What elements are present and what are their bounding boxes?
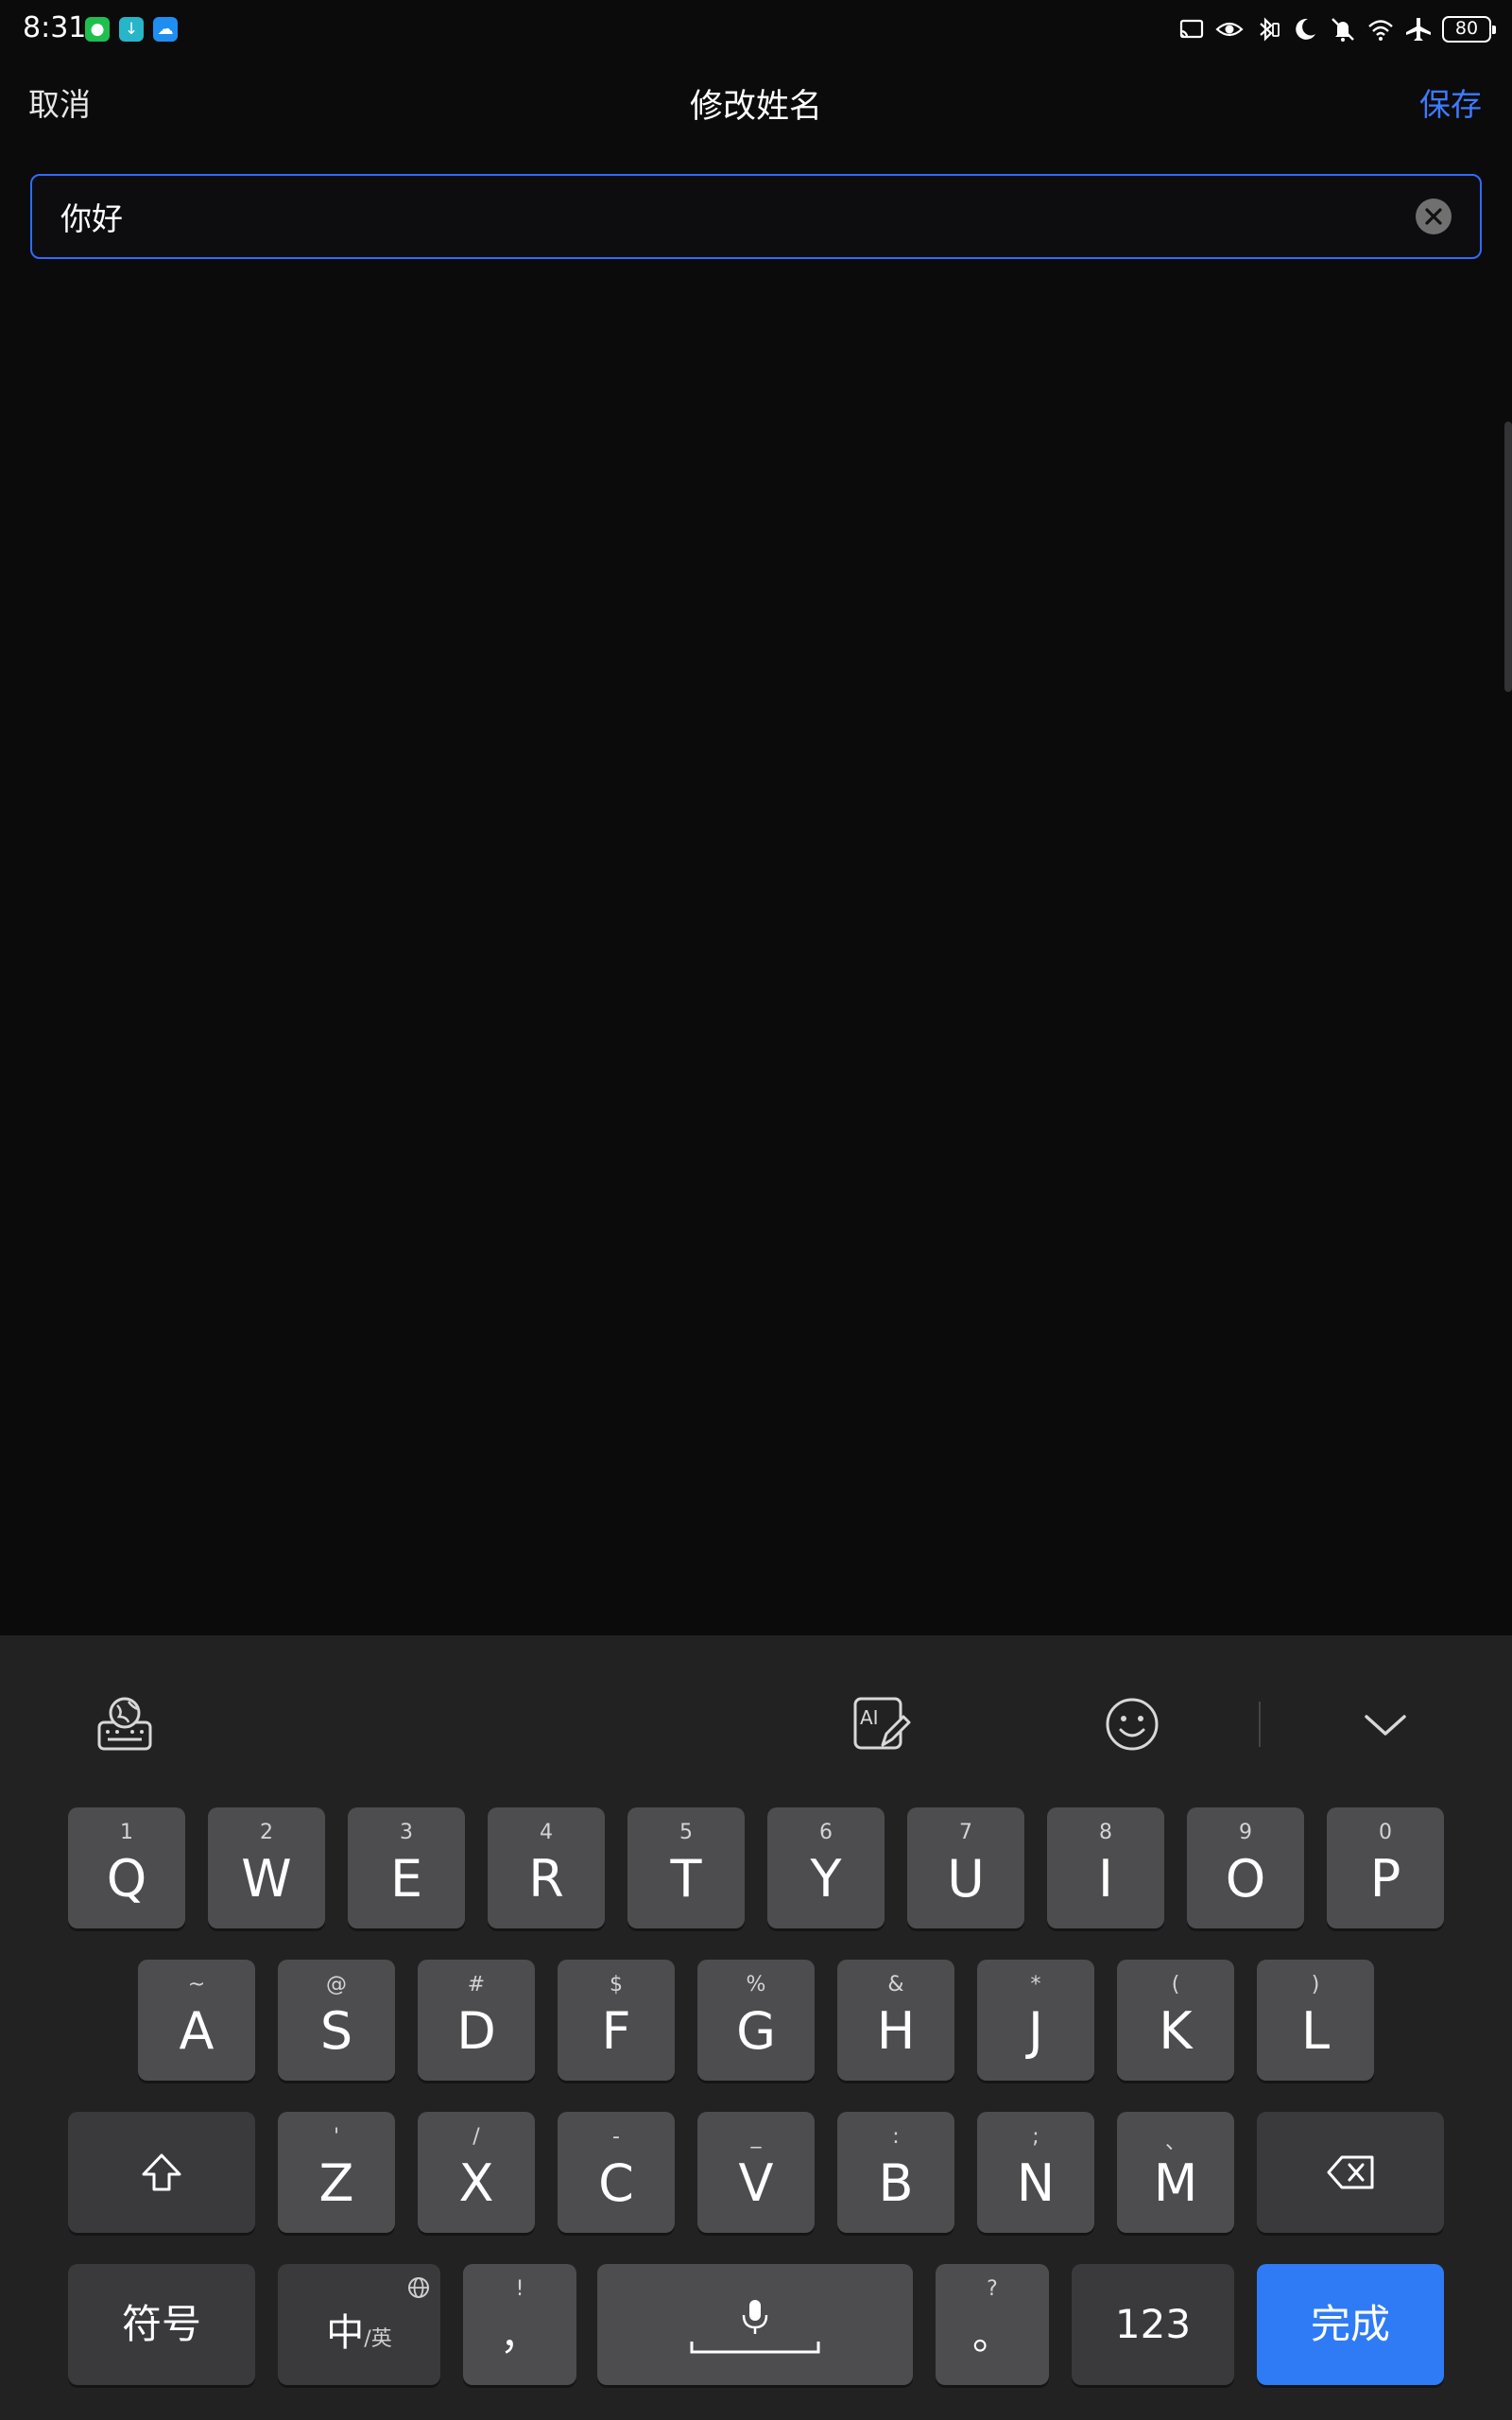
key-u[interactable]: 7U (907, 1807, 1024, 1928)
airplane-icon (1406, 18, 1431, 41)
status-time: 8:31 (23, 11, 87, 44)
key-e[interactable]: 3E (348, 1807, 465, 1928)
ai-write-icon[interactable]: AI (850, 1694, 911, 1754)
cast-icon (1179, 19, 1204, 39)
scroll-indicator[interactable] (1504, 422, 1512, 692)
key-f[interactable]: $ F (558, 1960, 675, 2081)
emoji-icon[interactable] (1102, 1694, 1162, 1754)
name-input[interactable] (60, 176, 1383, 257)
key-h[interactable]: & H (837, 1960, 954, 2081)
shift-key[interactable] (68, 2112, 255, 2233)
key-c[interactable]: -C (558, 2112, 675, 2233)
header: 取消 修改姓名 保存 (0, 60, 1512, 146)
globe-icon (408, 2277, 429, 2298)
battery-indicator: 80 (1442, 16, 1496, 43)
key-s[interactable]: @ S (278, 1960, 395, 2081)
comma-key[interactable]: ! ， (463, 2264, 576, 2385)
key-k[interactable]: (K (1117, 1960, 1234, 2081)
key-d[interactable]: # D (418, 1960, 535, 2081)
microphone-icon (742, 2300, 768, 2334)
mute-icon (1332, 18, 1354, 42)
close-icon (1425, 208, 1442, 225)
wechat-icon: ● (85, 17, 110, 42)
space-bar-icon (690, 2342, 820, 2354)
key-r[interactable]: 4R (488, 1807, 605, 1928)
moon-icon (1296, 18, 1315, 40)
language-label: 中/英 (326, 2311, 392, 2355)
numbers-key[interactable]: 123 (1072, 2264, 1234, 2385)
key-y[interactable]: 6Y (767, 1807, 885, 1928)
key-q[interactable]: 1Q (68, 1807, 185, 1928)
status-bar: 8:31 ● ↓ ☁ 80 (0, 0, 1512, 60)
key-g[interactable]: % G (697, 1960, 815, 2081)
symbols-key[interactable]: 符号 (68, 2264, 255, 2385)
shift-icon (142, 2153, 181, 2191)
cloud-icon: ☁ (153, 17, 178, 42)
period-key[interactable]: ? 。 (936, 2264, 1049, 2385)
keyboard: AI 1Q 2W 3E 4R 5T 6Y 7U 8I 9O 0P ~ A @ S #… (0, 1635, 1512, 2420)
key-m[interactable]: 、 M (1117, 2112, 1234, 2233)
wifi-icon (1368, 20, 1393, 41)
backspace-icon (1327, 2155, 1374, 2189)
keyboard-toolbar: AI (0, 1635, 1512, 1806)
key-i[interactable]: 8I (1047, 1807, 1164, 1928)
key-v[interactable]: _ V (697, 2112, 815, 2233)
backspace-key[interactable] (1257, 2112, 1444, 2233)
language-switch-key[interactable]: 中/英 (278, 2264, 440, 2385)
space-key[interactable] (597, 2264, 913, 2385)
svg-text:AI: AI (860, 1706, 879, 1729)
done-key[interactable]: 完成 (1257, 2264, 1444, 2385)
page-title: 修改姓名 (689, 88, 822, 126)
key-a[interactable]: ~ A (138, 1960, 255, 2081)
key-j[interactable]: * J (977, 1960, 1094, 2081)
key-b[interactable]: :B (837, 2112, 954, 2233)
key-p[interactable]: 0P (1327, 1807, 1444, 1928)
key-t[interactable]: 5T (627, 1807, 745, 1928)
keyboard-settings-icon[interactable] (94, 1694, 155, 1754)
save-button[interactable]: 保存 (1419, 79, 1482, 125)
key-z[interactable]: ' Z (278, 2112, 395, 2233)
key-n[interactable]: ; N (977, 2112, 1094, 2233)
bluetooth-icon (1260, 17, 1280, 42)
key-o[interactable]: 9O (1187, 1807, 1304, 1928)
toolbar-divider (1259, 1702, 1261, 1747)
name-field[interactable] (30, 174, 1482, 259)
clear-button[interactable] (1416, 199, 1452, 234)
key-w[interactable]: 2W (208, 1807, 325, 1928)
key-l[interactable]: ) L (1257, 1960, 1374, 2081)
eye-icon (1215, 22, 1244, 37)
collapse-keyboard-icon[interactable] (1355, 1694, 1416, 1754)
download-icon: ↓ (119, 17, 144, 42)
key-x[interactable]: / X (418, 2112, 535, 2233)
